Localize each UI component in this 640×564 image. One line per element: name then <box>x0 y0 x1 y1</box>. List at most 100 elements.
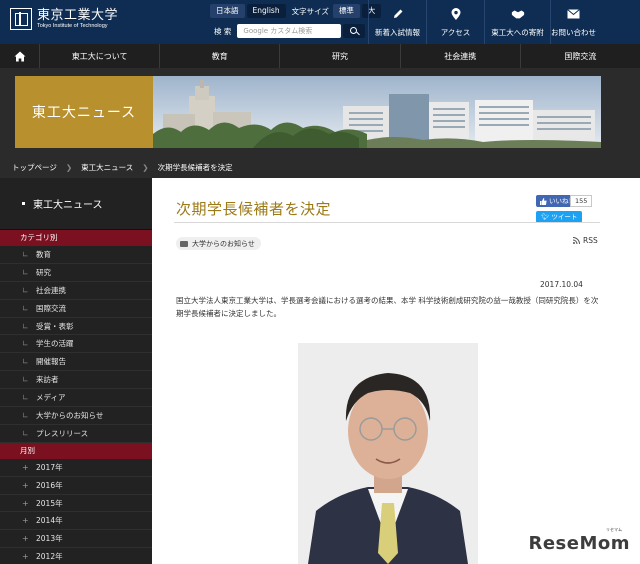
sidebar-item-announcements[interactable]: ∟ 大学からのお知らせ <box>0 407 152 425</box>
site-logo[interactable]: 東京工業大学 Tokyo Institute of Technology <box>10 8 118 30</box>
list-marker-icon: ∟ <box>22 375 29 385</box>
text-size-standard-button[interactable]: 標準 <box>332 4 360 18</box>
resemom-watermark: リセマム ReseMom <box>528 527 630 554</box>
category-tag[interactable]: 大学からのお知らせ <box>176 237 261 250</box>
breadcrumb-separator-icon: ❯ <box>142 162 149 172</box>
sidebar-item-label: 2014年 <box>36 516 63 526</box>
publish-date: 2017.10.04 <box>540 280 583 289</box>
site-header: 東京工業大学 Tokyo Institute of Technology 日本語… <box>0 0 640 44</box>
sidebar: 東工大ニュース カテゴリ別 ∟ 教育 ∟ 研究 ∟ 社会連携 ∟ 国際交流 ∟ 受賞・表彰… <box>0 178 152 564</box>
banner-frame: 東工大ニュース <box>15 76 601 148</box>
breadcrumb-separator-icon: ❯ <box>65 162 73 172</box>
sidebar-item-press-releases[interactable]: ∟ プレスリリース <box>0 425 152 443</box>
tweet-label: ツイート <box>551 213 578 221</box>
sidebar-heading[interactable]: 東工大ニュース <box>0 178 152 230</box>
handshake-icon <box>511 7 525 21</box>
expand-plus-icon: + <box>22 534 29 544</box>
expand-plus-icon: + <box>22 552 29 562</box>
nav-item-about[interactable]: 東工大について <box>40 44 161 68</box>
sidebar-item-visitors[interactable]: ∟ 来訪者 <box>0 371 152 390</box>
sidebar-item-education[interactable]: ∟ 教育 <box>0 246 152 264</box>
list-marker-icon: ∟ <box>22 428 29 438</box>
sidebar-year-2012[interactable]: +2012年 <box>0 548 152 564</box>
sidebar-item-collaboration[interactable]: ∟ 社会連携 <box>0 282 152 300</box>
list-marker-icon: ∟ <box>22 339 29 349</box>
list-marker-icon: ∟ <box>22 249 29 259</box>
quick-link-label: お問い合わせ <box>551 28 596 37</box>
breadcrumb-home[interactable]: トップページ <box>12 162 57 173</box>
home-icon[interactable] <box>0 44 40 68</box>
banner-title: 東工大ニュース <box>15 76 153 148</box>
envelope-icon <box>567 7 581 21</box>
rss-icon <box>573 237 580 244</box>
nav-item-collaboration[interactable]: 社会連携 <box>401 44 521 68</box>
search-bar: 検 索 Google カスタム検索 <box>210 24 366 38</box>
list-marker-icon: ∟ <box>22 321 29 331</box>
expand-plus-icon: + <box>22 498 29 508</box>
sidebar-item-research[interactable]: ∟ 研究 <box>0 264 152 282</box>
thumbs-up-icon <box>540 197 547 205</box>
global-nav: 東工大について 教育 研究 社会連携 国際交流 <box>0 44 640 68</box>
sidebar-year-2016[interactable]: +2016年 <box>0 477 152 495</box>
twitter-bird-icon: 🐦︎ <box>541 213 550 221</box>
watermark-text: ReseMom <box>528 533 630 554</box>
quick-link-access[interactable]: アクセス <box>426 0 484 44</box>
sidebar-year-2017[interactable]: +2017年 <box>0 459 152 477</box>
facebook-like-count: 155 <box>570 195 593 207</box>
article-content: 次期学長候補者を決定 いいね！ 155 🐦︎ ツイート 大学からのお知らせ RS… <box>152 178 640 564</box>
sidebar-item-label: 大学からのお知らせ <box>36 410 104 420</box>
nav-item-international[interactable]: 国際交流 <box>521 44 640 68</box>
title-divider <box>174 222 600 223</box>
language-size-controls: 日本語 English 文字サイズ 標準 大 <box>210 4 382 18</box>
sidebar-item-event-reports[interactable]: ∟ 開催報告 <box>0 353 152 372</box>
sidebar-item-students[interactable]: ∟ 学生の活躍 <box>0 335 152 354</box>
search-label: 検 索 <box>214 26 232 36</box>
folder-icon <box>180 240 188 247</box>
sidebar-heading-label: 東工大ニュース <box>33 200 103 211</box>
article-title: 次期学長候補者を決定 <box>176 200 332 218</box>
logo-mark-icon <box>10 8 32 30</box>
sidebar-item-label: 2017年 <box>36 462 63 472</box>
sidebar-item-media[interactable]: ∟ メディア <box>0 389 152 408</box>
list-marker-icon: ∟ <box>22 285 29 295</box>
quick-link-donation[interactable]: 東工大への寄附 <box>484 0 550 44</box>
page-banner: 東工大ニュース <box>0 68 640 156</box>
sidebar-year-2015[interactable]: +2015年 <box>0 495 152 513</box>
list-marker-icon: ∟ <box>22 303 29 313</box>
breadcrumb: トップページ ❯ 東工大ニュース ❯ 次期学長候補者を決定 <box>0 156 640 178</box>
watermark-small: リセマム <box>606 527 622 532</box>
quick-link-contact[interactable]: お問い合わせ <box>550 0 596 44</box>
nav-item-research[interactable]: 研究 <box>280 44 401 68</box>
nav-item-education[interactable]: 教育 <box>160 44 281 68</box>
logo-japanese: 東京工業大学 <box>37 7 119 23</box>
search-icon[interactable] <box>343 24 366 38</box>
sidebar-item-label: 学生の活躍 <box>36 339 74 349</box>
quick-link-label: 新着入試情報 <box>375 28 420 37</box>
sidebar-section-monthly: 月別 <box>0 442 152 459</box>
sidebar-item-label: 2016年 <box>36 480 63 490</box>
expand-plus-icon: + <box>22 516 29 526</box>
search-input[interactable]: Google カスタム検索 <box>237 24 342 38</box>
sidebar-item-international[interactable]: ∟ 国際交流 <box>0 300 152 318</box>
sidebar-item-label: 開催報告 <box>36 357 66 367</box>
map-pin-icon <box>449 7 463 21</box>
sidebar-item-label: 社会連携 <box>36 285 66 295</box>
sidebar-item-label: 来訪者 <box>36 375 59 385</box>
sidebar-item-label: 受賞・表彰 <box>36 321 74 331</box>
lang-japanese-button[interactable]: 日本語 <box>210 4 245 18</box>
sidebar-year-2013[interactable]: +2013年 <box>0 530 152 549</box>
sidebar-item-label: 2012年 <box>36 552 63 562</box>
sidebar-item-awards[interactable]: ∟ 受賞・表彰 <box>0 318 152 336</box>
quick-link-label: 東工大への寄附 <box>491 28 544 37</box>
sidebar-item-label: 国際交流 <box>36 303 66 313</box>
breadcrumb-news[interactable]: 東工大ニュース <box>81 162 133 173</box>
list-marker-icon: ∟ <box>22 267 29 277</box>
lang-english-button[interactable]: English <box>246 4 286 18</box>
sidebar-section-category: カテゴリ別 <box>0 230 152 246</box>
rss-link[interactable]: RSS <box>573 236 598 245</box>
quick-link-admissions[interactable]: 新着入試情報 <box>368 0 426 44</box>
campus-photo <box>153 76 601 148</box>
expand-plus-icon: + <box>22 462 29 472</box>
sidebar-year-2014[interactable]: +2014年 <box>0 512 152 531</box>
expand-plus-icon: + <box>22 480 29 490</box>
